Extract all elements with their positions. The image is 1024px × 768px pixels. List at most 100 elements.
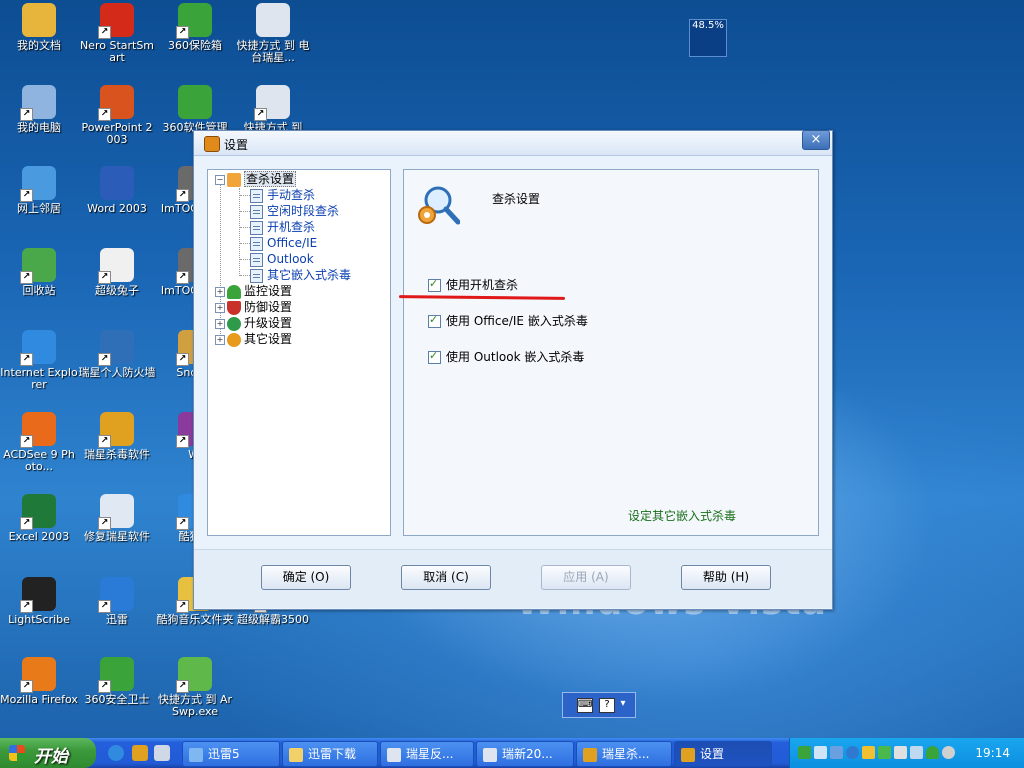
tray-volume-icon[interactable] <box>942 746 955 759</box>
desktop-icon[interactable]: 快捷方式 到 ArSwp.exe <box>156 657 234 718</box>
desktop-icon-label: 快捷方式 到 电台瑞星... <box>236 39 310 64</box>
desktop-app-icon <box>100 166 134 200</box>
desktop-icon-label: 修复瑞星软件 <box>84 530 150 543</box>
start-button[interactable]: 开始 <box>0 738 96 768</box>
close-button[interactable]: × <box>802 130 830 150</box>
tray-umbrella-icon[interactable] <box>926 746 939 759</box>
desktop-icon[interactable]: 我的电脑 <box>0 85 78 134</box>
apply-button[interactable]: 应用 (A) <box>541 565 631 590</box>
desktop-icon[interactable]: Excel 2003 <box>0 494 78 543</box>
desktop-icon[interactable]: 快捷方式 到 <box>234 85 312 134</box>
tree-leaf-office-ie[interactable]: Office/IE <box>250 235 317 251</box>
desktop-quicklaunch-icon[interactable] <box>154 745 170 761</box>
tray-printer-icon[interactable] <box>894 746 907 759</box>
desktop-icon[interactable]: 快捷方式 到 电台瑞星... <box>234 3 312 64</box>
content-title: 查杀设置 <box>492 192 541 206</box>
rising-lion-icon <box>681 747 695 762</box>
document-icon <box>387 747 401 762</box>
desktop-icon[interactable]: 我的文档 <box>0 3 78 52</box>
desktop-icon[interactable]: 360安全卫士 <box>78 657 156 706</box>
tree-node-defense-settings[interactable]: + 防御设置 <box>215 299 292 315</box>
tray-360-icon[interactable] <box>878 746 891 759</box>
desktop-icon-label: ACDSee 9 Photo... <box>3 448 75 473</box>
office-ie-checkbox[interactable] <box>428 313 441 328</box>
outlook-checkbox[interactable] <box>428 349 441 364</box>
desktop-icon[interactable]: 修复瑞星软件 <box>78 494 156 543</box>
desktop-icon[interactable]: 超级兔子 <box>78 248 156 297</box>
tree-leaf-other-embedded[interactable]: 其它嵌入式杀毒 <box>250 267 351 283</box>
task-rising-antivirus[interactable]: 瑞星杀... <box>576 741 672 767</box>
tray-xunlei-icon[interactable] <box>814 746 827 759</box>
expand-icon[interactable]: + <box>215 302 225 313</box>
dialog-titlebar[interactable]: 设置 × <box>194 130 832 156</box>
tree-node-scan-settings[interactable]: − 查杀设置 <box>215 171 297 187</box>
task-settings[interactable]: 设置 <box>674 741 772 767</box>
ie-quicklaunch-icon[interactable] <box>108 745 124 761</box>
desktop-app-icon <box>20 412 56 448</box>
tree-leaf-idle-scan[interactable]: 空闲时段查杀 <box>250 203 339 219</box>
task-rising-anti[interactable]: 瑞星反... <box>380 741 474 767</box>
taskbar: 开始 迅雷5 迅雷下载 瑞星反... 瑞新20... 瑞星杀... 设置 19:… <box>0 738 1024 768</box>
tree-node-update-settings[interactable]: + 升级设置 <box>215 315 292 331</box>
tray-security-icon[interactable] <box>846 746 859 759</box>
tray-network-icon[interactable] <box>798 746 811 759</box>
expand-icon[interactable]: + <box>215 286 225 297</box>
options-arrow-icon[interactable]: ▾ <box>619 698 627 711</box>
desktop-icon[interactable]: Word 2003 <box>78 166 156 215</box>
boot-scan-checkbox[interactable] <box>428 277 441 292</box>
task-rising-new[interactable]: 瑞新20... <box>476 741 574 767</box>
help-icon[interactable]: ? <box>599 698 615 713</box>
help-button[interactable]: 帮助 (H) <box>681 565 771 590</box>
desktop-icon-label: Internet Explorer <box>0 366 78 391</box>
desktop-icon[interactable]: 360软件管理 <box>156 85 234 134</box>
xunlei-icon <box>189 747 203 762</box>
expand-icon[interactable]: + <box>215 334 225 345</box>
rising-quicklaunch-icon[interactable] <box>132 745 148 761</box>
desktop-icon[interactable]: PowerPoint 2003 <box>78 85 156 146</box>
desktop-icon[interactable]: Nero StartSmart <box>78 3 156 64</box>
desktop-icon[interactable]: ACDSee 9 Photo... <box>0 412 78 473</box>
shield-icon <box>227 300 241 315</box>
collapse-icon[interactable]: − <box>215 174 225 185</box>
cancel-button[interactable]: 取消 (C) <box>401 565 491 590</box>
desktop-app-icon <box>20 494 56 530</box>
task-xunlei-download[interactable]: 迅雷下载 <box>282 741 378 767</box>
document-icon <box>250 268 263 283</box>
option-outlook[interactable]: 使用 Outlook 嵌入式杀毒 <box>428 348 584 365</box>
desktop-app-icon <box>176 657 212 693</box>
tree-leaf-boot-scan[interactable]: 开机查杀 <box>250 219 315 235</box>
document-icon <box>250 252 263 267</box>
keyboard-icon[interactable]: ⌨ <box>577 698 593 713</box>
desktop-icon[interactable]: Internet Explorer <box>0 330 78 391</box>
language-bar[interactable]: ⌨ ? ▾ <box>562 692 636 718</box>
expand-icon[interactable]: + <box>215 318 225 329</box>
desktop-app-icon <box>176 3 212 39</box>
desktop-icon[interactable]: 瑞星个人防火墙 <box>78 330 156 379</box>
ok-button[interactable]: 确定 (O) <box>261 565 351 590</box>
magnifier-gear-icon <box>227 172 241 187</box>
tray-monitor-icon[interactable] <box>830 746 843 759</box>
option-office-ie[interactable]: 使用 Office/IE 嵌入式杀毒 <box>428 312 588 329</box>
desktop-icon[interactable]: 瑞星杀毒软件 <box>78 412 156 461</box>
desktop-icon[interactable]: 迅雷 <box>78 577 156 626</box>
desktop-icon[interactable]: 回收站 <box>0 248 78 297</box>
tree-leaf-outlook[interactable]: Outlook <box>250 251 314 267</box>
desktop-icon-label: Nero StartSmart <box>79 39 155 64</box>
settings-dialog: 设置 × − 查杀设置 手动查杀 空闲时段查杀 开机查杀 Office/IE Ou… <box>193 130 833 610</box>
desktop-app-icon <box>22 3 56 37</box>
clock[interactable]: 19:14 <box>975 746 1010 760</box>
tree-node-other-settings[interactable]: + 其它设置 <box>215 331 292 347</box>
desktop-icon[interactable]: 网上邻居 <box>0 166 78 215</box>
desktop-icon[interactable]: 360保险箱 <box>156 3 234 52</box>
tree-node-monitor-settings[interactable]: + 监控设置 <box>215 283 292 299</box>
cpu-meter-widget[interactable]: 48.5% <box>689 19 727 57</box>
desktop-app-icon <box>98 494 134 530</box>
option-boot-scan[interactable]: 使用开机查杀 <box>428 276 518 293</box>
tray-shield-icon[interactable] <box>862 746 875 759</box>
tree-leaf-manual-scan[interactable]: 手动查杀 <box>250 187 315 203</box>
desktop-icon[interactable]: Mozilla Firefox <box>0 657 78 706</box>
desktop-icon[interactable]: LightScribe <box>0 577 78 626</box>
other-embedded-link[interactable]: 设定其它嵌入式杀毒 <box>628 507 736 524</box>
tray-speaker-icon[interactable] <box>910 746 923 759</box>
task-xunlei[interactable]: 迅雷5 <box>182 741 280 767</box>
